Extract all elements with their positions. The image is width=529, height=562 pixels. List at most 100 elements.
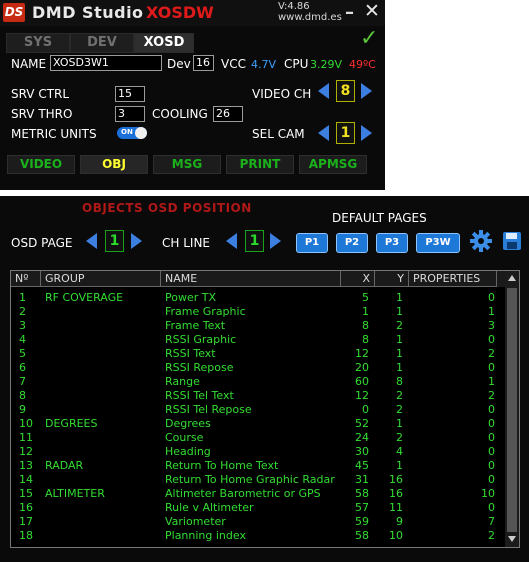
row-number: 15	[19, 487, 33, 500]
row-y: 2	[396, 389, 403, 402]
video-ch-prev-icon[interactable]	[318, 83, 329, 99]
scroll-up-icon[interactable]	[508, 275, 516, 281]
check-icon[interactable]: ✓	[360, 26, 378, 51]
row-x: 58	[355, 487, 369, 500]
table-row[interactable]: 9 RSSI Tel Repose 0 2 0	[11, 403, 505, 417]
minimize-button[interactable]: –	[345, 2, 354, 23]
tab-msg[interactable]: MSG	[153, 155, 221, 174]
cpu-label: CPU	[284, 57, 309, 71]
version-info: V:4.86 www.dmd.es	[278, 1, 342, 23]
table-row[interactable]: 10 DEGREES Degrees 52 1 0	[11, 417, 505, 431]
row-y: 4	[396, 445, 403, 458]
vcc-label: VCC	[221, 57, 246, 71]
row-name: Frame Text	[165, 319, 226, 332]
floppy-icon[interactable]	[502, 231, 522, 251]
row-number: 11	[19, 431, 33, 444]
row-number: 13	[19, 459, 33, 472]
row-name: RSSI Repose	[165, 361, 234, 374]
page-p2-button[interactable]: P2	[336, 233, 368, 253]
row-x: 30	[355, 445, 369, 458]
video-ch-next-icon[interactable]	[361, 83, 372, 99]
row-number: 4	[19, 333, 26, 346]
row-x: 31	[355, 473, 369, 486]
page-p3-button[interactable]: P3	[376, 233, 408, 253]
toggle-text: ON	[121, 128, 133, 136]
sel-cam-next-icon[interactable]	[361, 125, 372, 141]
table-row[interactable]: 7 Range 60 8 1	[11, 375, 505, 389]
page-p3w-button[interactable]: P3W	[416, 233, 460, 253]
sel-cam-label: SEL CAM	[252, 127, 305, 141]
tab-print[interactable]: PRINT	[226, 155, 294, 174]
ch-line-label: CH LINE	[162, 236, 210, 250]
table-row[interactable]: 17 Variometer 59 9 7	[11, 515, 505, 529]
tab-sys[interactable]: SYS	[6, 33, 70, 53]
tab-dev[interactable]: DEV	[70, 33, 134, 53]
row-y: 2	[396, 431, 403, 444]
temperature-value: 49ºC	[349, 58, 376, 71]
srv-ctrl-input[interactable]	[115, 86, 145, 102]
objects-table: Nº GROUP NAME X Y PROPERTIES 1 RF COVERAG…	[10, 270, 520, 548]
row-x: 57	[355, 501, 369, 514]
close-button[interactable]: ✕	[364, 0, 380, 22]
row-number: 7	[19, 375, 26, 388]
scrollbar-thumb[interactable]	[507, 288, 517, 532]
table-row[interactable]: 18 Planning index 58 10 2	[11, 529, 505, 543]
col-y[interactable]: Y	[375, 271, 409, 287]
row-properties: 0	[488, 333, 495, 346]
row-number: 9	[19, 403, 26, 416]
metric-units-toggle[interactable]: ON	[117, 127, 147, 139]
col-properties[interactable]: PROPERTIES	[409, 271, 497, 287]
sel-cam-prev-icon[interactable]	[318, 125, 329, 141]
table-row[interactable]: 14 Return To Home Graphic Radar 31 16 0	[11, 473, 505, 487]
row-number: 10	[19, 417, 33, 430]
col-x[interactable]: X	[341, 271, 375, 287]
row-properties: 0	[488, 403, 495, 416]
row-x: 0	[362, 403, 369, 416]
table-row[interactable]: 2 Frame Graphic 1 1 1	[11, 305, 505, 319]
scroll-down-icon[interactable]	[508, 536, 516, 542]
table-row[interactable]: 12 Heading 30 4 0	[11, 445, 505, 459]
tab-video[interactable]: VIDEO	[7, 155, 75, 174]
row-name: RSSI Tel Repose	[165, 403, 252, 416]
sel-cam-value: 1	[336, 122, 355, 144]
col-group[interactable]: GROUP	[41, 271, 161, 287]
row-properties: 1	[488, 305, 495, 318]
row-properties: 0	[488, 459, 495, 472]
table-row[interactable]: 6 RSSI Repose 20 1 0	[11, 361, 505, 375]
row-x: 60	[355, 375, 369, 388]
osd-page-prev-icon[interactable]	[86, 233, 97, 249]
table-row[interactable]: 15 ALTIMETER Altimeter Barometric or GPS 58…	[11, 487, 505, 501]
table-row[interactable]: 5 RSSI Text 12 1 2	[11, 347, 505, 361]
tab-apmsg[interactable]: APMSG	[299, 155, 367, 174]
row-properties: 10	[481, 487, 495, 500]
table-row[interactable]: 1 RF COVERAGE Power TX 5 1 0	[11, 291, 505, 305]
row-properties: 0	[488, 501, 495, 514]
tab-xosd[interactable]: XOSD	[134, 33, 194, 53]
table-row[interactable]: 8 RSSI Tel Text 12 2 2	[11, 389, 505, 403]
toggle-knob	[135, 127, 147, 139]
col-number[interactable]: Nº	[11, 271, 41, 287]
ch-line-prev-icon[interactable]	[226, 233, 237, 249]
table-row[interactable]: 11 Course 24 2 0	[11, 431, 505, 445]
row-number: 14	[19, 473, 33, 486]
gear-icon[interactable]	[469, 229, 493, 253]
cooling-input[interactable]	[213, 106, 243, 122]
row-x: 58	[355, 529, 369, 542]
version-text: V:4.86	[278, 1, 310, 12]
row-y: 9	[396, 515, 403, 528]
table-row[interactable]: 13 RADAR Return To Home Text 45 1 0	[11, 459, 505, 473]
dev-input[interactable]	[193, 55, 214, 71]
osd-page-next-icon[interactable]	[131, 233, 142, 249]
table-row[interactable]: 16 Rule v Altimeter 57 11 0	[11, 501, 505, 515]
srv-thro-input[interactable]	[115, 106, 145, 122]
osd-page-value: 1	[105, 230, 124, 252]
table-row[interactable]: 4 RSSI Graphic 8 1 0	[11, 333, 505, 347]
table-row[interactable]: 3 Frame Text 8 2 3	[11, 319, 505, 333]
name-input[interactable]	[50, 55, 162, 71]
page-p1-button[interactable]: P1	[296, 233, 328, 253]
ch-line-next-icon[interactable]	[270, 233, 281, 249]
scrollbar[interactable]	[505, 271, 519, 547]
col-name[interactable]: NAME	[161, 271, 341, 287]
website-text: www.dmd.es	[278, 12, 342, 23]
tab-obj[interactable]: OBJ	[80, 155, 148, 174]
